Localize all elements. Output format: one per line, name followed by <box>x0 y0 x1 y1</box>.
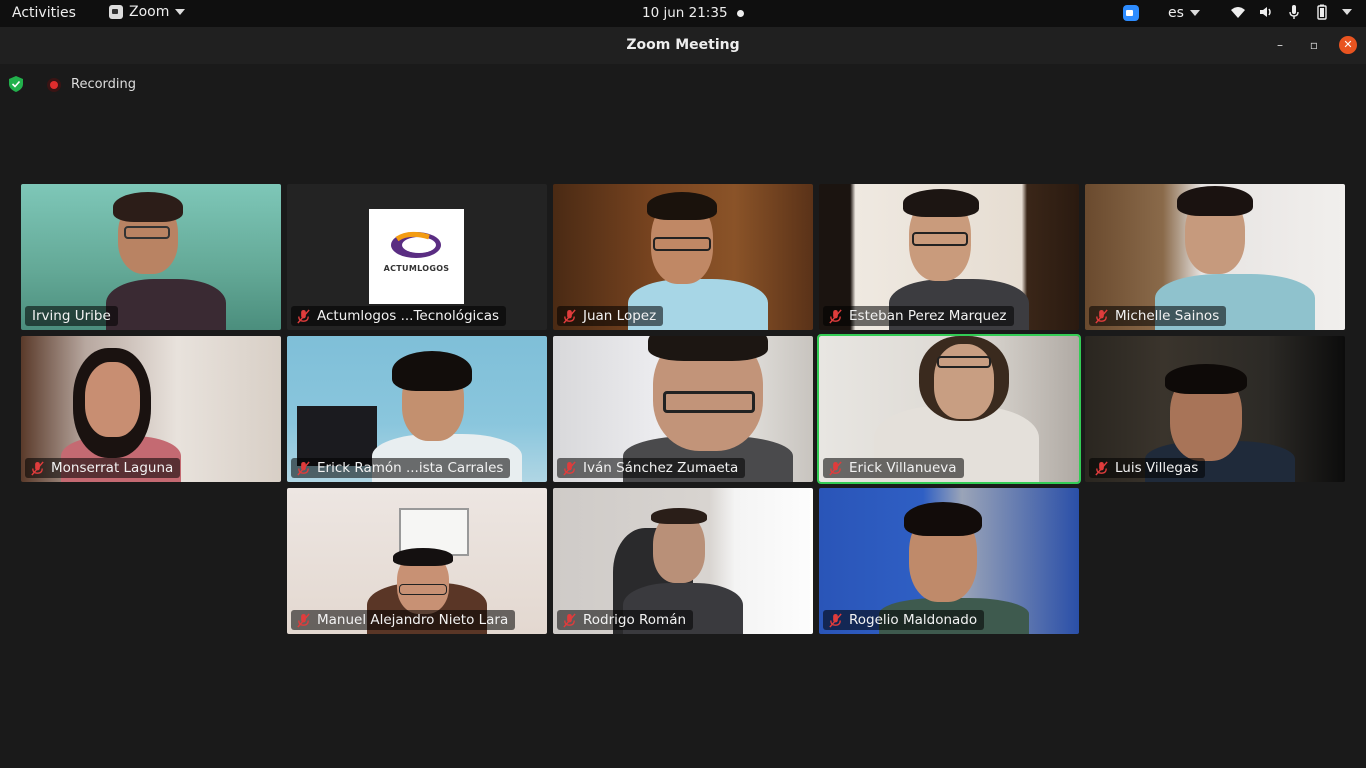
participant-name-tag: Manuel Alejandro Nieto Lara <box>291 610 516 630</box>
participant-tile[interactable]: Erick Ramón ...ista Carrales <box>287 336 547 482</box>
chevron-down-icon <box>1342 9 1352 15</box>
participant-tile[interactable]: Michelle Sainos <box>1085 184 1345 330</box>
participant-name: Luis Villegas <box>1115 460 1199 476</box>
participant-name-tag: Erick Villanueva <box>823 458 964 478</box>
company-logo: ACTUMLOGOS <box>369 209 464 304</box>
participant-tile[interactable]: Esteban Perez Marquez <box>819 184 1079 330</box>
security-shield-icon[interactable] <box>9 76 23 92</box>
window-title-bar: Zoom Meeting – ▫ ✕ <box>0 27 1366 64</box>
participant-name-tag: Luis Villegas <box>1089 458 1206 478</box>
microphone-muted-icon <box>297 612 310 628</box>
participant-tile[interactable]: Luis Villegas <box>1085 336 1345 482</box>
participant-name: Erick Villanueva <box>849 460 957 476</box>
meeting-status-row: Recording <box>0 64 1366 104</box>
participant-name: Rodrigo Román <box>583 612 687 628</box>
participant-name-tag: Michelle Sainos <box>1089 306 1227 326</box>
microphone-muted-icon <box>563 308 576 324</box>
participant-name-tag: Esteban Perez Marquez <box>823 306 1014 326</box>
app-menu-label: Zoom <box>129 4 170 20</box>
microphone-muted-icon <box>563 460 576 476</box>
participant-tile[interactable]: ACTUMLOGOS Actumlogos ...Tecnológicas <box>287 184 547 330</box>
participant-name-tag: Iván Sánchez Zumaeta <box>557 458 746 478</box>
microphone-muted-icon <box>829 308 842 324</box>
participant-tile[interactable]: Iván Sánchez Zumaeta <box>553 336 813 482</box>
microphone-muted-icon <box>297 308 310 324</box>
microphone-muted-icon <box>1095 460 1108 476</box>
microphone-muted-icon <box>31 460 44 476</box>
actumlogos-logo-icon <box>391 231 441 258</box>
chevron-down-icon <box>1189 10 1200 16</box>
language-label: es <box>1168 5 1184 21</box>
participant-name: Rogelio Maldonado <box>849 612 978 628</box>
microphone-muted-icon <box>297 460 310 476</box>
participant-name: Iván Sánchez Zumaeta <box>583 460 739 476</box>
participant-tile[interactable]: Manuel Alejandro Nieto Lara <box>287 488 547 634</box>
participant-tile[interactable]: Rodrigo Román <box>553 488 813 634</box>
language-selector[interactable]: es <box>1168 5 1200 21</box>
participant-name: Irving Uribe <box>32 308 111 324</box>
participant-name-tag: Monserrat Laguna <box>25 458 181 478</box>
participant-name-tag: Rodrigo Román <box>557 610 694 630</box>
microphone-muted-icon <box>829 460 842 476</box>
minimize-button[interactable]: – <box>1271 36 1289 54</box>
participant-name-tag: Actumlogos ...Tecnológicas <box>291 306 507 326</box>
recording-label: Recording <box>71 77 137 92</box>
system-menu[interactable] <box>1230 4 1352 20</box>
participant-name-tag: Irving Uribe <box>25 306 118 326</box>
logo-wordmark: ACTUMLOGOS <box>383 264 450 273</box>
participant-tile[interactable]: Irving Uribe <box>21 184 281 330</box>
participant-tile[interactable]: Juan Lopez <box>553 184 813 330</box>
participant-name: Esteban Perez Marquez <box>849 308 1007 324</box>
window-title: Zoom Meeting <box>626 37 740 53</box>
zoom-app-icon <box>109 5 123 19</box>
wifi-icon <box>1231 7 1245 18</box>
participant-tile[interactable]: Rogelio Maldonado <box>819 488 1079 634</box>
participant-name-tag: Rogelio Maldonado <box>823 610 985 630</box>
participant-name: Actumlogos ...Tecnológicas <box>317 308 500 324</box>
participant-tile[interactable]: Monserrat Laguna <box>21 336 281 482</box>
close-button[interactable]: ✕ <box>1339 36 1357 54</box>
participant-name: Manuel Alejandro Nieto Lara <box>317 612 509 628</box>
maximize-button[interactable]: ▫ <box>1305 36 1323 54</box>
app-menu[interactable]: Zoom <box>109 4 186 20</box>
participant-name-tag: Juan Lopez <box>557 306 664 326</box>
chevron-down-icon <box>175 9 186 15</box>
microphone-muted-icon <box>1095 308 1108 324</box>
zoom-tray-icon[interactable] <box>1123 5 1139 21</box>
volume-icon <box>1260 7 1271 17</box>
clock[interactable]: 10 jun 21:35 <box>642 5 728 21</box>
microphone-icon <box>1289 5 1299 19</box>
participant-name: Erick Ramón ...ista Carrales <box>317 460 504 476</box>
recording-icon[interactable] <box>47 78 61 92</box>
battery-icon <box>1317 4 1327 20</box>
microphone-muted-icon <box>829 612 842 628</box>
activities-button[interactable]: Activities <box>12 5 76 21</box>
system-top-bar: Activities Zoom 10 jun 21:35 es <box>0 0 1366 27</box>
participant-tile-active-speaker[interactable]: Erick Villanueva <box>817 334 1081 484</box>
participant-name: Monserrat Laguna <box>51 460 174 476</box>
participant-name-tag: Erick Ramón ...ista Carrales <box>291 458 511 478</box>
participant-name: Juan Lopez <box>583 308 657 324</box>
notification-dot-icon <box>737 10 744 17</box>
microphone-muted-icon <box>563 612 576 628</box>
participant-name: Michelle Sainos <box>1115 308 1220 324</box>
